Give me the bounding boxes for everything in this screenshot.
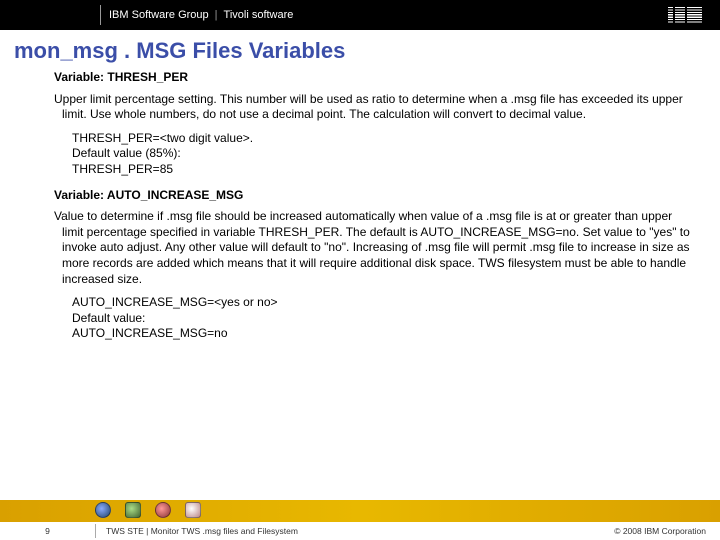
syntax-line: THRESH_PER=85 [72, 162, 696, 178]
header-bar: IBM Software Group | Tivoli software [0, 0, 720, 30]
syntax-line: AUTO_INCREASE_MSG=no [72, 326, 696, 342]
footer-bottom: 9 TWS STE | Monitor TWS .msg files and F… [0, 522, 720, 540]
syntax-line: AUTO_INCREASE_MSG=<yes or no> [72, 295, 696, 311]
decorative-icon [155, 502, 171, 518]
page-title: mon_msg . MSG Files Variables [14, 38, 720, 64]
syntax-line: Default value: [72, 311, 696, 327]
section-syntax-1: THRESH_PER=<two digit value>. Default va… [72, 131, 696, 178]
footer: 9 TWS STE | Monitor TWS .msg files and F… [0, 500, 720, 540]
footer-icons [95, 502, 201, 518]
header-product: Tivoli software [224, 9, 294, 21]
section-syntax-2: AUTO_INCREASE_MSG=<yes or no> Default va… [72, 295, 696, 342]
section-heading-2: Variable: AUTO_INCREASE_MSG [54, 188, 696, 204]
section-paragraph-2: Value to determine if .msg file should b… [54, 209, 696, 287]
syntax-line: THRESH_PER=<two digit value>. [72, 131, 696, 147]
syntax-line: Default value (85%): [72, 146, 696, 162]
header-left: IBM Software Group | Tivoli software [100, 5, 293, 25]
footer-text: TWS STE | Monitor TWS .msg files and Fil… [95, 524, 298, 538]
header-divider: | [215, 9, 218, 21]
footer-gold-bar [0, 500, 720, 522]
page-number: 9 [0, 526, 95, 536]
content-area: Variable: THRESH_PER Upper limit percent… [0, 70, 720, 342]
ibm-logo-icon [668, 7, 702, 23]
decorative-icon [185, 502, 201, 518]
decorative-icon [125, 502, 141, 518]
section-paragraph-1: Upper limit percentage setting. This num… [54, 92, 696, 123]
section-heading-1: Variable: THRESH_PER [54, 70, 696, 86]
header-group: IBM Software Group [109, 9, 209, 21]
decorative-icon [95, 502, 111, 518]
footer-copyright: © 2008 IBM Corporation [614, 526, 706, 536]
